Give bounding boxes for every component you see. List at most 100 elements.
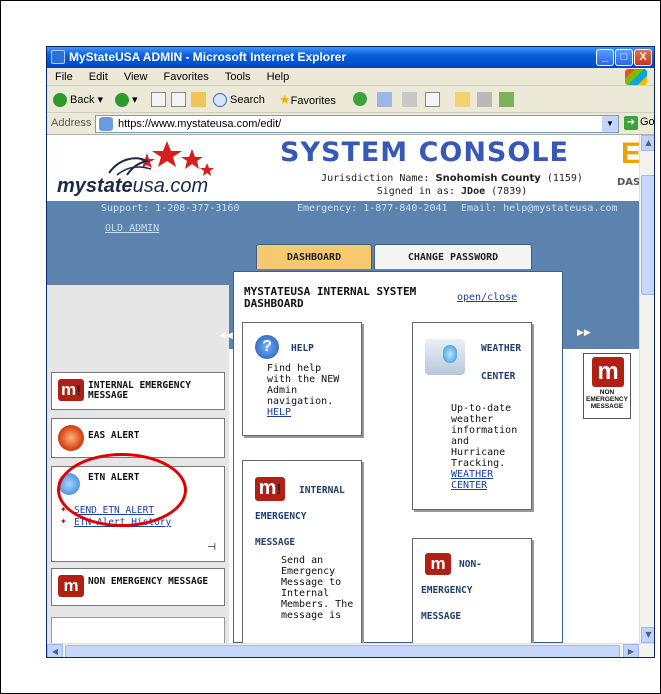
vertical-scrollbar[interactable]: ▲ ▼ xyxy=(639,135,654,643)
site-logo[interactable]: mystateusa.com xyxy=(57,175,208,198)
weather-icon xyxy=(425,339,465,375)
help-card-body: Find help with the NEW Admin navigation.… xyxy=(267,363,347,418)
nonemer-card-title-2: EMERGENCY xyxy=(421,585,473,596)
menu-tools[interactable]: Tools xyxy=(225,71,251,83)
signed-in-line: Signed in as: JDoe (7839) xyxy=(272,186,632,197)
non-emergency-quick-icon: m xyxy=(592,357,624,387)
stars-logo-icon xyxy=(108,141,214,176)
forward-button[interactable]: ▾ xyxy=(115,92,138,108)
expand-right-icon[interactable]: ▶▶ xyxy=(577,328,591,338)
dashboard-title: MYSTATEUSA INTERNAL SYSTEM DASHBOARD xyxy=(244,285,417,310)
favorites-label: Favorites xyxy=(290,95,336,107)
help-card-title: HELP xyxy=(291,343,314,354)
collapse-left-icon[interactable]: ◀◀ xyxy=(219,331,233,341)
search-button[interactable]: Search xyxy=(213,92,265,108)
address-label: Address xyxy=(51,117,92,129)
non-emergency-quick-label: NON EMERGENCY MESSAGE xyxy=(586,389,628,410)
messenger-icon[interactable] xyxy=(499,92,514,107)
menu-favorites[interactable]: Favorites xyxy=(164,71,209,83)
ie-app-icon xyxy=(51,50,65,64)
juris-name: Snohomish County xyxy=(435,173,541,184)
horizontal-scrollbar[interactable]: ◀ ▶ xyxy=(47,643,654,657)
mail-icon[interactable] xyxy=(402,92,417,107)
site-header: mystateusa.com SYSTEM CONSOLE Jurisdicti… xyxy=(47,135,639,201)
water-drop-icon xyxy=(443,345,457,363)
sidebar-label-internal-emergency: INTERNAL EMERGENCY MESSAGE xyxy=(88,380,191,401)
sidebar-empty-slot xyxy=(51,617,225,643)
menu-file[interactable]: File xyxy=(55,71,73,83)
address-input[interactable]: https://www.mystateusa.com/edit/ ▼ xyxy=(95,115,619,133)
dashboard-logo-partial: E xyxy=(621,137,639,171)
back-arrow-icon xyxy=(53,93,67,108)
tab-change-password[interactable]: CHANGE PASSWORD xyxy=(374,244,532,269)
signed-label: Signed in as: xyxy=(376,186,455,197)
scroll-up-icon[interactable]: ▲ xyxy=(641,135,654,151)
toolbar: Back ▾ ▾ Search ★Favorites xyxy=(47,86,654,113)
home-icon[interactable] xyxy=(191,92,206,107)
non-emergency-quick-button[interactable]: m NON EMERGENCY MESSAGE xyxy=(583,353,631,419)
refresh-icon[interactable] xyxy=(171,92,186,107)
sidebar-item-non-emergency[interactable]: m NON EMERGENCY MESSAGE xyxy=(51,568,225,606)
help-card-text: Find help with the NEW Admin navigation. xyxy=(267,363,340,407)
help-link[interactable]: HELP xyxy=(267,407,291,418)
back-button[interactable]: Back ▾ xyxy=(53,92,103,108)
menu-bar: File Edit View Favorites Tools Help xyxy=(47,68,654,86)
menu-edit[interactable]: Edit xyxy=(89,71,108,83)
go-button[interactable]: ➔ Go xyxy=(624,116,655,130)
help-icon: ? xyxy=(255,335,279,359)
address-bar: Address https://www.mystateusa.com/edit/… xyxy=(47,113,655,135)
go-label: Go xyxy=(640,116,655,128)
back-label: Back xyxy=(70,94,95,106)
minimize-button[interactable]: _ xyxy=(596,49,614,66)
weather-card-title-1: WEATHER xyxy=(481,343,522,354)
internal-emergency-card: m! INTERNAL EMERGENCY MESSAGE Send an Em… xyxy=(242,460,362,643)
logo-bold-text: mystate xyxy=(57,175,133,197)
page-viewport: mystateusa.com SYSTEM CONSOLE Jurisdicti… xyxy=(47,135,639,643)
weather-card: WEATHER CENTER Up-to-date weather inform… xyxy=(412,322,532,510)
weather-card-title-2: CENTER xyxy=(481,371,516,382)
support-email: Email: help@mystateusa.com xyxy=(461,203,618,214)
non-emergency-card: m NON- EMERGENCY MESSAGE xyxy=(412,538,532,643)
page-icon xyxy=(99,117,113,131)
menu-help[interactable]: Help xyxy=(267,71,290,83)
juris-id: (1159) xyxy=(546,173,583,184)
favorites-button[interactable]: ★Favorites xyxy=(279,92,336,108)
internal-card-body: Send an Emergency Message to Internal Me… xyxy=(281,555,354,621)
signed-id: (7839) xyxy=(491,186,528,197)
console-title: SYSTEM CONSOLE xyxy=(280,137,569,168)
logo-rest-text: usa.com xyxy=(132,175,209,197)
scroll-right-icon[interactable]: ▶ xyxy=(623,644,639,657)
old-admin-link[interactable]: OLD ADMIN xyxy=(105,223,159,234)
internal-emergency-card-icon: m! xyxy=(255,477,285,501)
sidebar-item-eas-alert[interactable]: EAS ALERT xyxy=(51,418,225,458)
maximize-button[interactable]: □ xyxy=(615,49,633,66)
horizontal-scroll-thumb[interactable] xyxy=(65,645,620,657)
weather-center-link[interactable]: WEATHER CENTER xyxy=(451,469,493,491)
media-icon[interactable] xyxy=(353,92,367,106)
internal-emergency-icon: m! xyxy=(58,379,84,401)
title-bar[interactable]: MyStateUSA ADMIN - Microsoft Internet Ex… xyxy=(47,47,654,68)
folder-icon[interactable] xyxy=(455,92,470,107)
address-dropdown-icon[interactable]: ▼ xyxy=(602,116,618,132)
non-emergency-icon: m xyxy=(58,575,84,597)
close-button[interactable]: X xyxy=(634,49,652,66)
help-card: ? HELP Find help with the NEW Admin navi… xyxy=(242,322,362,436)
search-icon xyxy=(213,93,227,108)
eas-alert-icon xyxy=(58,425,84,451)
open-close-link[interactable]: open/close xyxy=(457,292,517,303)
menu-view[interactable]: View xyxy=(124,71,148,83)
sidebar-item-internal-emergency[interactable]: m! INTERNAL EMERGENCY MESSAGE xyxy=(51,372,225,410)
pin-icon[interactable]: ⊣ xyxy=(207,542,216,553)
nonemer-card-title-1: NON- xyxy=(459,559,482,570)
weather-card-body: Up-to-date weather information and Hurri… xyxy=(451,403,529,491)
scroll-left-icon[interactable]: ◀ xyxy=(47,644,63,657)
scroll-down-icon[interactable]: ▼ xyxy=(641,627,654,643)
word-icon[interactable] xyxy=(425,92,440,107)
tab-dashboard[interactable]: DASHBOARD xyxy=(256,244,372,269)
history-icon[interactable] xyxy=(377,92,392,107)
juris-label: Jurisdiction Name: xyxy=(321,173,430,184)
browser-window: MyStateUSA ADMIN - Microsoft Internet Ex… xyxy=(46,46,655,658)
stop-icon[interactable] xyxy=(151,92,166,107)
vertical-scroll-thumb[interactable] xyxy=(641,175,654,295)
research-icon[interactable] xyxy=(477,92,492,107)
